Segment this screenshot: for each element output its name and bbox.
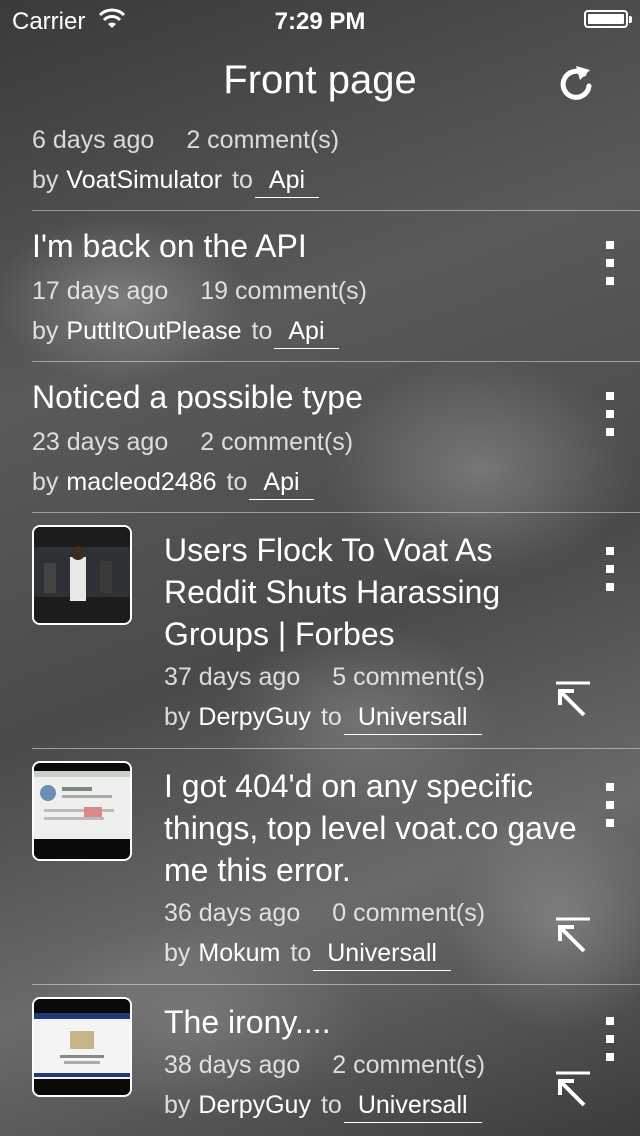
post-byline: by DerpyGuy to Universall [164, 1091, 482, 1123]
to-label: to [232, 166, 253, 194]
post-comments[interactable]: 0 comment(s) [332, 899, 485, 927]
post-byline: by Mokum to Universall [164, 939, 451, 971]
post-age: 36 days ago [164, 899, 301, 927]
to-label: to [226, 468, 248, 496]
post-title[interactable]: Noticed a possible type [32, 376, 363, 418]
more-vertical-icon[interactable] [606, 241, 616, 295]
by-label: by [164, 939, 191, 967]
post-byline: by DerpyGuy to Universall [164, 703, 482, 735]
by-label: by [32, 166, 59, 194]
post-title[interactable]: I got 404'd on any specific things, top … [164, 765, 584, 891]
post-meta: 37 days ago 5 comment(s) [164, 663, 485, 692]
post-thumbnail[interactable] [32, 525, 132, 625]
open-link-arrow-icon[interactable] [552, 681, 592, 721]
navigation-bar: Front page [0, 40, 640, 128]
battery-icon [584, 10, 632, 28]
list-item[interactable]: 6 days ago 2 comment(s) by VoatSimulator to… [0, 118, 640, 211]
post-thumbnail[interactable] [32, 997, 132, 1097]
subverse-link[interactable]: Universall [313, 939, 451, 971]
post-comments[interactable]: 5 comment(s) [332, 663, 485, 691]
more-vertical-icon[interactable] [606, 392, 616, 446]
post-age: 38 days ago [164, 1051, 301, 1079]
post-age: 17 days ago [32, 277, 169, 305]
post-comments[interactable]: 2 comment(s) [332, 1051, 485, 1079]
list-item[interactable]: Noticed a possible type 23 days ago 2 com… [0, 362, 640, 513]
post-age: 6 days ago [32, 126, 155, 154]
list-item[interactable]: The irony.... 38 days ago 2 comment(s) by… [0, 985, 640, 1136]
list-item[interactable]: I got 404'd on any specific things, top … [0, 749, 640, 985]
post-author[interactable]: DerpyGuy [198, 703, 311, 731]
more-vertical-icon[interactable] [606, 783, 616, 837]
post-author[interactable]: VoatSimulator [66, 166, 222, 194]
post-meta: 36 days ago 0 comment(s) [164, 899, 485, 928]
post-comments[interactable]: 2 comment(s) [200, 428, 353, 456]
to-label: to [290, 939, 312, 967]
post-author[interactable]: Mokum [198, 939, 280, 967]
by-label: by [32, 468, 59, 496]
list-item[interactable]: I'm back on the API 17 days ago 19 commen… [0, 211, 640, 362]
post-meta: 23 days ago 2 comment(s) [32, 428, 353, 457]
more-vertical-icon[interactable] [606, 547, 616, 601]
clock: 7:29 PM [274, 8, 366, 35]
to-label: to [320, 703, 342, 731]
post-author[interactable]: macleod2486 [66, 468, 216, 496]
subverse-link[interactable]: Api [254, 166, 320, 198]
post-title[interactable]: I'm back on the API [32, 225, 307, 267]
by-label: by [32, 317, 59, 345]
more-vertical-icon[interactable] [606, 1017, 616, 1071]
subverse-link[interactable]: Api [274, 317, 339, 349]
page-title: Front page [223, 58, 417, 102]
to-label: to [320, 1091, 342, 1119]
post-author[interactable]: PuttItOutPlease [66, 317, 241, 345]
post-meta: 38 days ago 2 comment(s) [164, 1051, 485, 1080]
post-author[interactable]: DerpyGuy [198, 1091, 311, 1119]
by-label: by [164, 703, 191, 731]
post-byline: by VoatSimulator to Api [32, 166, 320, 198]
open-link-arrow-icon[interactable] [552, 1071, 592, 1111]
post-age: 23 days ago [32, 428, 169, 456]
to-label: to [251, 317, 273, 345]
open-link-arrow-icon[interactable] [552, 917, 592, 957]
post-title[interactable]: Users Flock To Voat As Reddit Shuts Hara… [164, 529, 564, 655]
post-comments[interactable]: 19 comment(s) [200, 277, 367, 305]
post-meta: 17 days ago 19 comment(s) [32, 277, 367, 306]
post-byline: by PuttItOutPlease to Api [32, 317, 339, 349]
refresh-icon[interactable] [556, 64, 596, 104]
post-meta: 6 days ago 2 comment(s) [32, 126, 339, 155]
by-label: by [164, 1091, 191, 1119]
status-bar: Carrier 7:29 PM [0, 0, 640, 40]
post-byline: by macleod2486 to Api [32, 468, 314, 500]
post-comments[interactable]: 2 comment(s) [186, 126, 339, 154]
post-thumbnail[interactable] [32, 761, 132, 861]
subverse-link[interactable]: Api [249, 468, 314, 500]
post-title[interactable]: The irony.... [164, 1001, 564, 1043]
subverse-link[interactable]: Universall [343, 703, 482, 735]
list-item[interactable]: Users Flock To Voat As Reddit Shuts Hara… [0, 513, 640, 749]
post-age: 37 days ago [164, 663, 301, 691]
subverse-link[interactable]: Universall [343, 1091, 482, 1123]
